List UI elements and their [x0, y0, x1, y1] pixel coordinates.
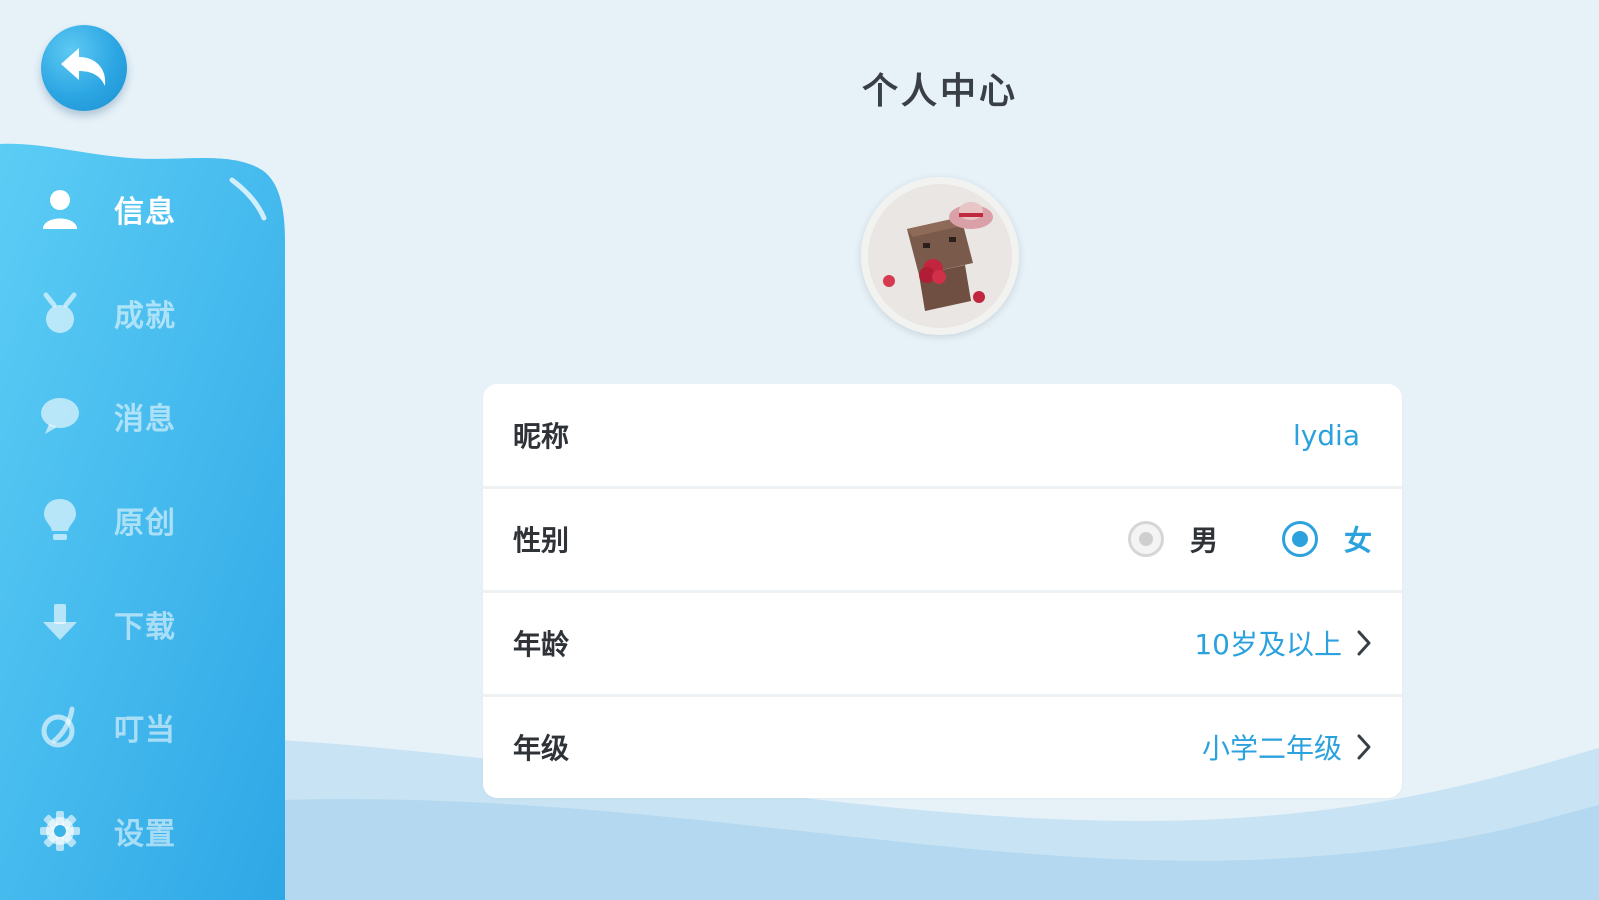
- avatar[interactable]: [861, 177, 1019, 335]
- gender-option-male[interactable]: 男: [1127, 519, 1218, 559]
- chat-bubble-icon: [38, 394, 82, 438]
- sidebar-item-download[interactable]: 下载: [38, 594, 258, 654]
- chevron-right-icon: [1357, 734, 1371, 759]
- sidebar-item-original[interactable]: 原创: [38, 490, 258, 550]
- sidebar-item-label: 下载: [114, 610, 176, 645]
- gender-option-label: 女: [1343, 523, 1372, 557]
- download-icon: [38, 602, 82, 646]
- sidebar-item-label: 信息: [114, 195, 176, 230]
- back-button[interactable]: [41, 25, 127, 111]
- sidebar-item-messages[interactable]: 消息: [38, 386, 258, 446]
- nickname-value: lydia: [1292, 418, 1360, 452]
- age-value: 10岁及以上: [1194, 627, 1342, 661]
- sidebar-item-settings[interactable]: 设置: [38, 801, 258, 861]
- sidebar-item-dingdang[interactable]: 叮当: [38, 697, 258, 757]
- grade-label: 年级: [513, 731, 570, 765]
- gender-option-female[interactable]: 女: [1281, 519, 1372, 559]
- profile-card: 昵称 lydia 性别 男 女 年龄 10岁及以上 年级 小学二年级: [483, 384, 1402, 798]
- age-label: 年龄: [513, 627, 570, 661]
- grade-value: 小学二年级: [1201, 731, 1342, 765]
- gender-row: 性别 男 女: [483, 486, 1402, 588]
- age-row[interactable]: 年龄 10岁及以上: [483, 590, 1402, 692]
- page-title: 个人中心: [861, 71, 1018, 112]
- grade-row[interactable]: 年级 小学二年级: [483, 694, 1402, 796]
- back-arrow-icon: [61, 48, 106, 86]
- sidebar-item-label: 成就: [114, 299, 176, 334]
- gear-icon: [38, 809, 82, 853]
- nickname-row[interactable]: 昵称 lydia: [483, 384, 1402, 486]
- sidebar-item-label: 原创: [114, 506, 176, 541]
- chevron-right-icon: [1357, 630, 1371, 655]
- sidebar-item-info[interactable]: 信息: [38, 179, 258, 239]
- sidebar-item-label: 叮当: [114, 713, 176, 748]
- radio-selected-icon: [1281, 520, 1318, 557]
- person-icon: [38, 187, 82, 231]
- nickname-label: 昵称: [513, 420, 570, 453]
- dingdang-icon: [38, 705, 82, 749]
- radio-unselected-icon: [1127, 520, 1164, 557]
- gender-label: 性别: [513, 523, 570, 557]
- sidebar-item-achievement[interactable]: 成就: [38, 283, 258, 343]
- sidebar: 信息 成就 消息 原创 下载 叮当 设置: [0, 140, 290, 900]
- gender-radio-group: 男 女: [1127, 519, 1372, 559]
- sidebar-item-label: 消息: [114, 402, 176, 437]
- gender-option-label: 男: [1189, 523, 1218, 557]
- medal-icon: [38, 291, 82, 335]
- avatar-image: [861, 177, 1019, 335]
- lightbulb-icon: [38, 498, 82, 542]
- sidebar-item-label: 设置: [114, 817, 176, 852]
